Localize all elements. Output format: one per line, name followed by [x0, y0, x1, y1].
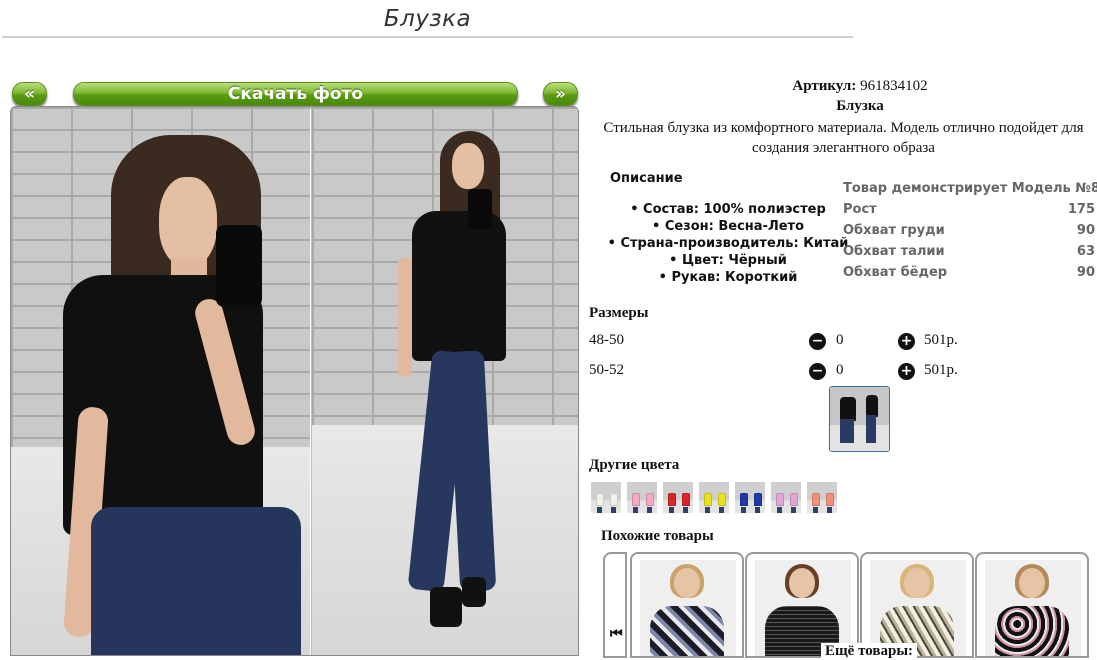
product-main-photo[interactable]	[10, 106, 579, 656]
description-line: Стильная блузка из комфортного материала…	[603, 120, 1084, 136]
model-row-value: 90	[1076, 265, 1095, 280]
prev-photo-button[interactable]: «	[12, 82, 47, 106]
model-figure	[632, 493, 640, 506]
model-row-label: Товар демонстрирует Модель №80	[843, 181, 1097, 196]
model-legs	[633, 507, 638, 513]
model-legs	[813, 507, 818, 513]
decrease-quantity-icon[interactable]: −	[809, 363, 826, 380]
model-figure	[646, 493, 654, 506]
other-colors-heading: Другие цвета	[589, 457, 680, 473]
model-figure	[704, 493, 712, 506]
title-divider	[2, 36, 853, 38]
size-price: 501р.	[924, 362, 958, 378]
color-swatch[interactable]	[735, 482, 765, 513]
model-legs	[597, 507, 602, 513]
description-line: создания элегантного образа	[752, 140, 935, 156]
similar-product-card[interactable]	[630, 552, 744, 658]
selected-photo-thumbnail[interactable]	[829, 386, 890, 452]
similar-products-carousel: ⏮	[603, 552, 1097, 658]
color-swatch[interactable]	[807, 482, 837, 513]
photo-closeup	[11, 107, 310, 655]
size-label: 48-50	[589, 332, 624, 348]
color-swatch[interactable]	[771, 482, 801, 513]
description-item: Сезон: Весна-Лето	[603, 218, 853, 235]
color-swatch[interactable]	[627, 482, 657, 513]
description-list: Состав: 100% полиэстер Сезон: Весна-Лето…	[603, 201, 853, 286]
model-figure	[668, 493, 676, 506]
model-measurements: Товар демонстрирует Модель №80 Рост 175 О…	[843, 178, 1097, 283]
model-figure	[740, 493, 748, 506]
article-value: 961834102	[860, 78, 928, 94]
model-row-label: Обхват талии	[843, 244, 945, 259]
increase-quantity-icon[interactable]: +	[898, 333, 915, 350]
model-row: Товар демонстрирует Модель №80	[843, 178, 1097, 199]
similar-product-card[interactable]	[975, 552, 1089, 658]
size-label: 50-52	[589, 362, 624, 378]
article-label: Артикул:	[792, 78, 857, 94]
model-legs	[791, 507, 796, 513]
model-figure	[682, 493, 690, 506]
model-legs	[647, 507, 652, 513]
model-figure	[812, 493, 820, 506]
model-legs	[669, 507, 674, 513]
download-photo-button[interactable]: Скачать фото	[73, 82, 518, 106]
model-row: Обхват бёдер 90	[843, 262, 1095, 283]
model-figure	[826, 493, 834, 506]
color-swatch[interactable]	[591, 482, 621, 513]
description-item: Рукав: Короткий	[603, 269, 853, 286]
model-figure	[610, 493, 618, 506]
model-row-value: 63	[1076, 244, 1095, 259]
product-name: Блузка	[836, 98, 884, 114]
model-legs	[741, 507, 746, 513]
skip-back-icon: ⏮	[610, 626, 623, 642]
size-price: 501р.	[924, 332, 958, 348]
model-legs	[683, 507, 688, 513]
more-products-label: Ещё товары:	[821, 643, 918, 660]
next-photo-button[interactable]: »	[543, 82, 578, 106]
model-legs	[755, 507, 760, 513]
model-row-label: Обхват бёдер	[843, 265, 948, 280]
decrease-quantity-icon[interactable]: −	[809, 333, 826, 350]
color-swatch[interactable]	[663, 482, 693, 513]
description-item: Цвет: Чёрный	[603, 252, 853, 269]
model-legs	[719, 507, 724, 513]
model-legs	[611, 507, 616, 513]
model-legs	[705, 507, 710, 513]
model-figure	[718, 493, 726, 506]
description-item: Страна-производитель: Китай	[603, 235, 853, 252]
model-figure	[790, 493, 798, 506]
model-row: Рост 175	[843, 199, 1095, 220]
size-quantity: 0	[836, 332, 844, 348]
article-line: Артикул: 961834102	[590, 78, 1097, 95]
model-legs	[777, 507, 782, 513]
photo-fullbody	[311, 107, 578, 655]
model-legs	[827, 507, 832, 513]
model-row: Обхват груди 90	[843, 220, 1095, 241]
model-row: Обхват талии 63	[843, 241, 1095, 262]
color-swatch[interactable]	[699, 482, 729, 513]
size-quantity: 0	[836, 362, 844, 378]
sizes-heading: Размеры	[589, 305, 649, 321]
model-row-label: Обхват груди	[843, 223, 945, 238]
model-row-label: Рост	[843, 202, 877, 217]
description-heading: Описание	[610, 171, 683, 186]
color-swatches	[591, 482, 837, 513]
size-row: 48-50 − 0 + 501р.	[589, 332, 1089, 354]
model-row-value: 90	[1076, 223, 1095, 238]
model-figure	[776, 493, 784, 506]
product-description: Стильная блузка из комфортного материала…	[590, 118, 1097, 158]
page-title: Блузка	[383, 6, 472, 32]
increase-quantity-icon[interactable]: +	[898, 363, 915, 380]
model-figure	[596, 493, 604, 506]
similar-products-heading: Похожие товары	[601, 528, 714, 544]
model-row-value: 175	[1067, 202, 1095, 217]
description-item: Состав: 100% полиэстер	[603, 201, 853, 218]
carousel-first-button[interactable]: ⏮	[603, 552, 627, 658]
size-row: 50-52 − 0 + 501р.	[589, 362, 1089, 384]
model-figure	[754, 493, 762, 506]
